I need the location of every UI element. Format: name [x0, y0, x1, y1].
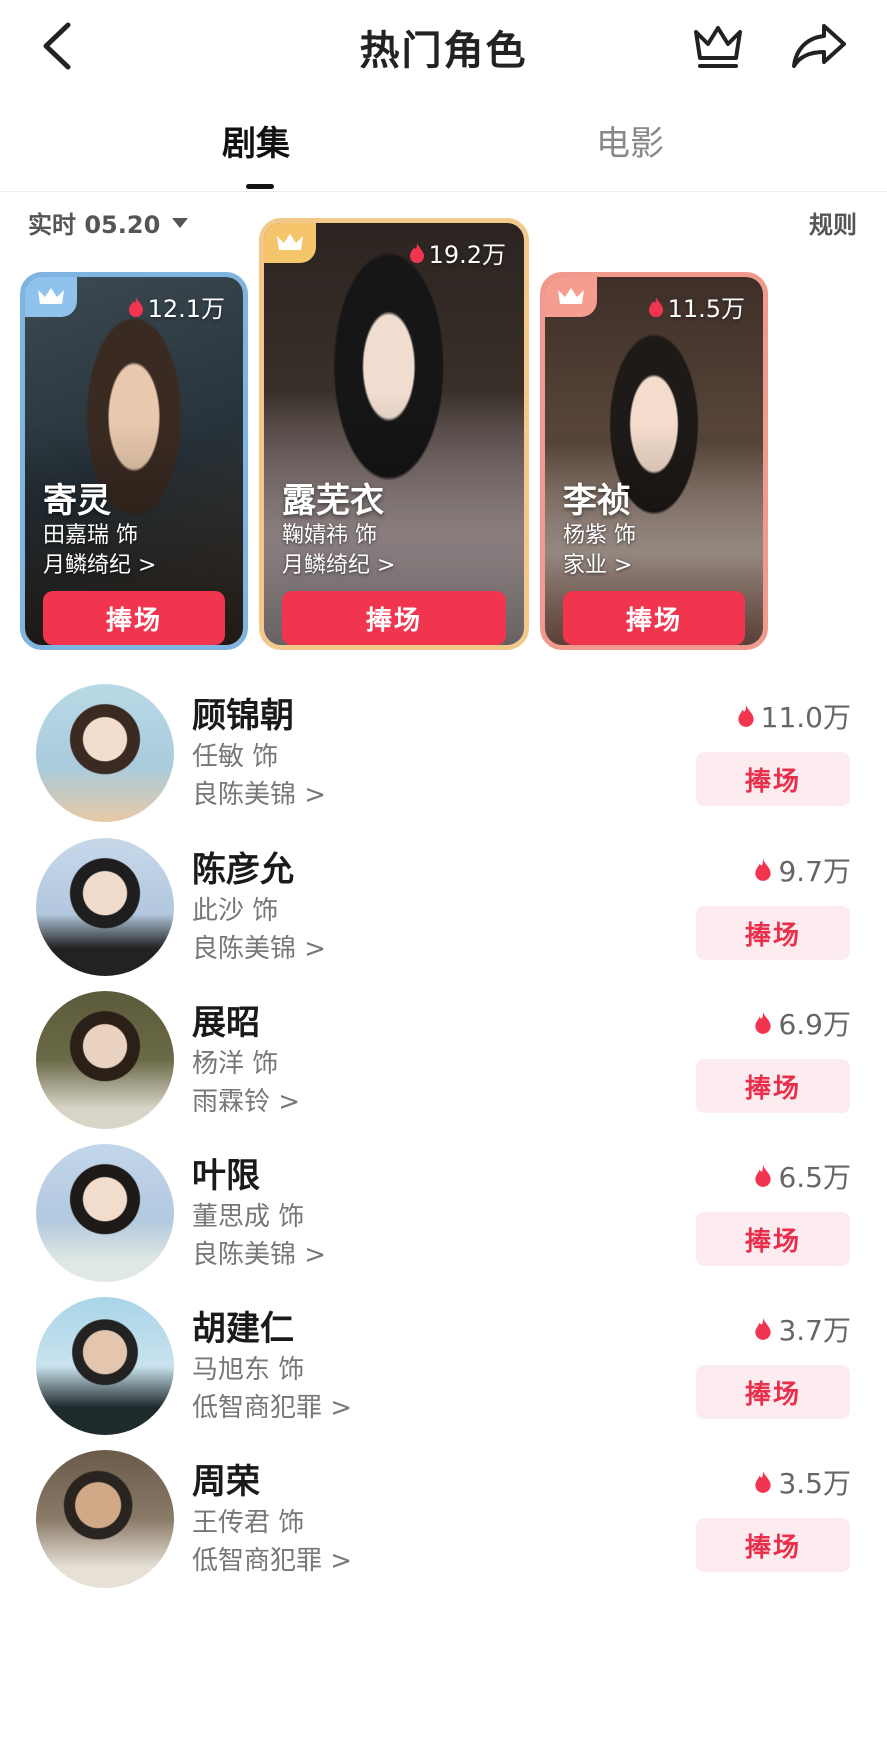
list-item[interactable]: 顾锦朝 任敏 饰 良陈美锦 > 11.0万 捧场 [0, 684, 887, 834]
actor-name: 马旭东 饰 [192, 1355, 305, 1385]
rank-crown-badge [264, 223, 316, 263]
flame-icon [128, 296, 143, 317]
tab-movies[interactable]: 电影 [596, 116, 664, 165]
category-tabs: 剧集 电影 [0, 100, 887, 192]
caret-down-icon [172, 217, 189, 228]
crown-icon [277, 234, 303, 250]
flame-icon [755, 859, 772, 881]
actor-name: 董思成 饰 [192, 1202, 305, 1232]
cheer-button[interactable]: 捧场 [696, 1212, 850, 1266]
flame-icon [755, 1165, 772, 1187]
heat-count: 3.7万 [754, 1309, 851, 1349]
cheer-button[interactable]: 捧场 [696, 1365, 850, 1419]
time-filter-dropdown[interactable]: 实时 05.20 [28, 205, 190, 240]
heat-count: 3.5万 [754, 1462, 851, 1502]
flame-icon [738, 705, 754, 727]
rank-crown-badge [25, 277, 77, 317]
actor-name: 任敏 饰 [192, 742, 279, 772]
heat-count: 11.5万 [648, 289, 745, 324]
actor-name: 王传君 饰 [192, 1508, 305, 1538]
show-link[interactable]: 良陈美锦 > [192, 1234, 326, 1271]
flame-icon [755, 1012, 772, 1034]
crown-icon [694, 26, 742, 68]
heat-count: 9.7万 [754, 850, 851, 890]
tab-series[interactable]: 剧集 [222, 116, 290, 165]
actor-name: 杨洋 饰 [192, 1049, 279, 1079]
show-link[interactable]: 良陈美锦 > [192, 928, 326, 965]
top-card-rank-1[interactable]: 19.2万 露芜衣 鞠婧祎 饰 月鳞绮纪 > 捧场 [259, 218, 529, 650]
avatar [36, 1297, 174, 1435]
show-link[interactable]: 低智商犯罪 > [192, 1387, 352, 1424]
show-link[interactable]: 家业 > [563, 547, 632, 579]
flame-icon [755, 1471, 772, 1493]
show-link[interactable]: 月鳞绮纪 > [43, 547, 156, 579]
list-item[interactable]: 叶限 董思成 饰 良陈美锦 > 6.5万 捧场 [0, 1144, 887, 1294]
time-filter-label: 实时 05.20 [28, 211, 161, 239]
cheer-button[interactable]: 捧场 [282, 591, 506, 645]
actor-name: 田嘉瑞 饰 [43, 523, 138, 548]
character-name: 周荣 [192, 1462, 260, 1502]
page-title: 热门角色 [359, 28, 528, 74]
actor-name: 杨紫 饰 [563, 523, 636, 548]
crown-icon [38, 288, 64, 304]
top-card-rank-2[interactable]: 12.1万 寄灵 田嘉瑞 饰 月鳞绮纪 > 捧场 [20, 272, 248, 650]
heat-count: 6.9万 [754, 1003, 851, 1043]
show-link[interactable]: 雨霖铃 > [192, 1081, 300, 1118]
avatar [36, 1450, 174, 1588]
heat-count: 12.1万 [128, 289, 225, 324]
avatar [36, 838, 174, 976]
character-name: 叶限 [192, 1156, 260, 1196]
heat-count: 6.5万 [754, 1156, 851, 1196]
heat-count: 19.2万 [409, 235, 506, 270]
character-name: 寄灵 [43, 481, 111, 521]
share-button[interactable] [790, 20, 848, 72]
character-name: 李祯 [563, 481, 631, 521]
character-name: 展昭 [192, 1003, 260, 1043]
list-item[interactable]: 陈彦允 此沙 饰 良陈美锦 > 9.7万 捧场 [0, 838, 887, 988]
actor-name: 此沙 饰 [192, 896, 279, 926]
rank-crown-badge [545, 277, 597, 317]
character-name: 胡建仁 [192, 1309, 294, 1349]
cheer-button[interactable]: 捧场 [696, 1059, 850, 1113]
rules-link[interactable]: 规则 [809, 205, 857, 240]
top-card-rank-3[interactable]: 11.5万 李祯 杨紫 饰 家业 > 捧场 [540, 272, 768, 650]
avatar [36, 684, 174, 822]
active-tab-indicator [246, 184, 274, 189]
crown-icon [558, 288, 584, 304]
list-item[interactable]: 胡建仁 马旭东 饰 低智商犯罪 > 3.7万 捧场 [0, 1297, 887, 1447]
show-link[interactable]: 良陈美锦 > [192, 774, 326, 811]
character-name: 陈彦允 [192, 850, 294, 890]
cheer-button[interactable]: 捧场 [696, 1518, 850, 1572]
header-bar: 热门角色 [0, 0, 887, 92]
show-link[interactable]: 低智商犯罪 > [192, 1540, 352, 1577]
cheer-button[interactable]: 捧场 [696, 752, 850, 806]
avatar [36, 1144, 174, 1282]
cheer-button[interactable]: 捧场 [563, 591, 745, 645]
show-link[interactable]: 月鳞绮纪 > [282, 547, 395, 579]
flame-icon [755, 1318, 772, 1340]
list-item[interactable]: 周荣 王传君 饰 低智商犯罪 > 3.5万 捧场 [0, 1450, 887, 1600]
flame-icon [409, 242, 424, 263]
heat-count: 11.0万 [737, 696, 851, 736]
share-icon [792, 24, 846, 68]
actor-name: 鞠婧祎 饰 [282, 523, 377, 548]
cheer-button[interactable]: 捧场 [696, 906, 850, 960]
avatar [36, 991, 174, 1129]
cheer-button[interactable]: 捧场 [43, 591, 225, 645]
list-item[interactable]: 展昭 杨洋 饰 雨霖铃 > 6.9万 捧场 [0, 991, 887, 1141]
character-name: 顾锦朝 [192, 696, 294, 736]
crown-button[interactable] [690, 20, 746, 72]
character-name: 露芜衣 [282, 481, 384, 521]
flame-icon [648, 296, 663, 317]
